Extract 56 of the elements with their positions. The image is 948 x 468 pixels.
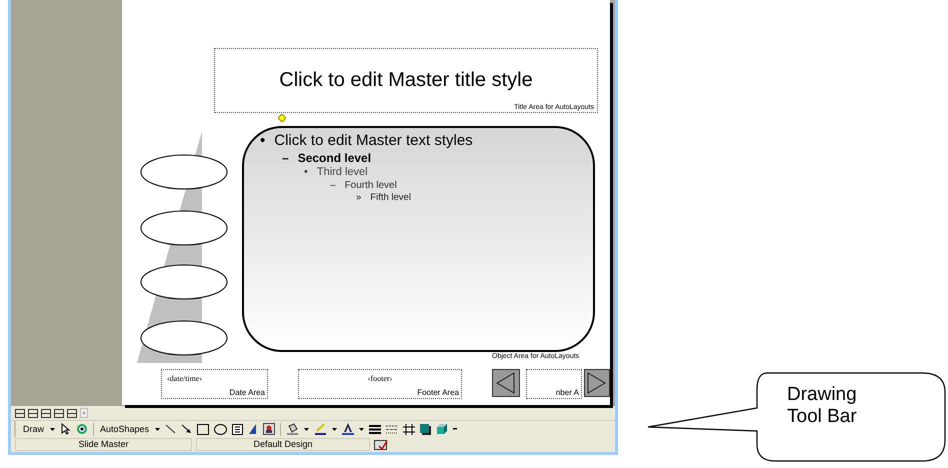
arrow-style-icon[interactable]	[403, 424, 416, 435]
body-text: Third level	[316, 166, 368, 180]
shadow-icon[interactable]	[420, 424, 432, 435]
object-placeholder[interactable]: • Click to edit Master text styles – Second level • Third level – Fourth level » Fifth level	[242, 126, 595, 352]
status-text: Slide Master	[15, 438, 192, 451]
line-icon[interactable]	[165, 424, 176, 434]
adjust-handle-icon[interactable]	[278, 114, 286, 122]
body-text: Second level	[298, 150, 372, 166]
callout-text: Drawing Tool Bar	[787, 384, 858, 428]
footer-placeholder[interactable]: ‹footer› Footer Area	[298, 369, 462, 399]
view-icon[interactable]	[67, 408, 77, 418]
spelling-icon	[374, 440, 388, 450]
view-icon[interactable]	[15, 408, 25, 418]
cube-icon[interactable]	[436, 423, 448, 436]
previous-button-icon[interactable]	[492, 369, 520, 397]
bullet: –	[330, 180, 336, 192]
caret-icon[interactable]	[332, 428, 338, 431]
clip-art-icon[interactable]	[263, 423, 276, 436]
body-text: Click to edit Master text styles	[274, 132, 473, 151]
caret-icon[interactable]	[155, 428, 160, 431]
placeholder-text: ‹date/time›	[167, 374, 204, 383]
rectangle-icon[interactable]	[197, 424, 210, 435]
oval-icon[interactable]	[214, 424, 228, 435]
fill-bucket-icon[interactable]	[286, 423, 300, 436]
line-style-icon[interactable]	[369, 424, 382, 434]
view-icon[interactable]	[28, 408, 38, 418]
view-icon[interactable]	[54, 408, 64, 418]
bullet: •	[260, 132, 266, 151]
body-text: Fourth level	[344, 180, 397, 192]
bullet: –	[282, 150, 289, 166]
body-text: Fifth level	[370, 192, 411, 204]
area-label: Date Area	[229, 388, 265, 397]
caret-icon[interactable]	[359, 428, 364, 431]
pen-icon[interactable]	[314, 423, 328, 436]
next-button-icon[interactable]	[584, 369, 610, 397]
area-label: Footer Area	[417, 388, 459, 397]
autoshapes-menu[interactable]: AutoShapes	[99, 424, 150, 434]
footer-placeholder[interactable]: ‹date/time› Date Area	[161, 369, 268, 399]
arrow-icon[interactable]	[181, 424, 192, 434]
bullet: »	[356, 192, 362, 204]
caret-icon[interactable]	[50, 428, 56, 431]
status-text: Default Design	[196, 438, 370, 451]
view-icon[interactable]	[41, 408, 51, 418]
footer-placeholder[interactable]: nber A	[526, 369, 582, 399]
caret-icon[interactable]	[304, 428, 310, 431]
draw-menu[interactable]: Draw	[22, 424, 46, 434]
select-arrow-icon[interactable]	[60, 423, 72, 436]
rotate-icon[interactable]	[76, 423, 88, 436]
more-icon[interactable]	[453, 428, 458, 431]
placeholder-text: ‹footer›	[368, 374, 392, 383]
bullet: •	[304, 166, 308, 180]
dash-style-icon[interactable]	[386, 424, 398, 434]
font-color-icon[interactable]	[342, 423, 354, 436]
title-text: Click to edit Master title style	[279, 69, 533, 92]
area-label: nber A	[556, 388, 579, 397]
text-box-icon[interactable]	[232, 424, 244, 435]
